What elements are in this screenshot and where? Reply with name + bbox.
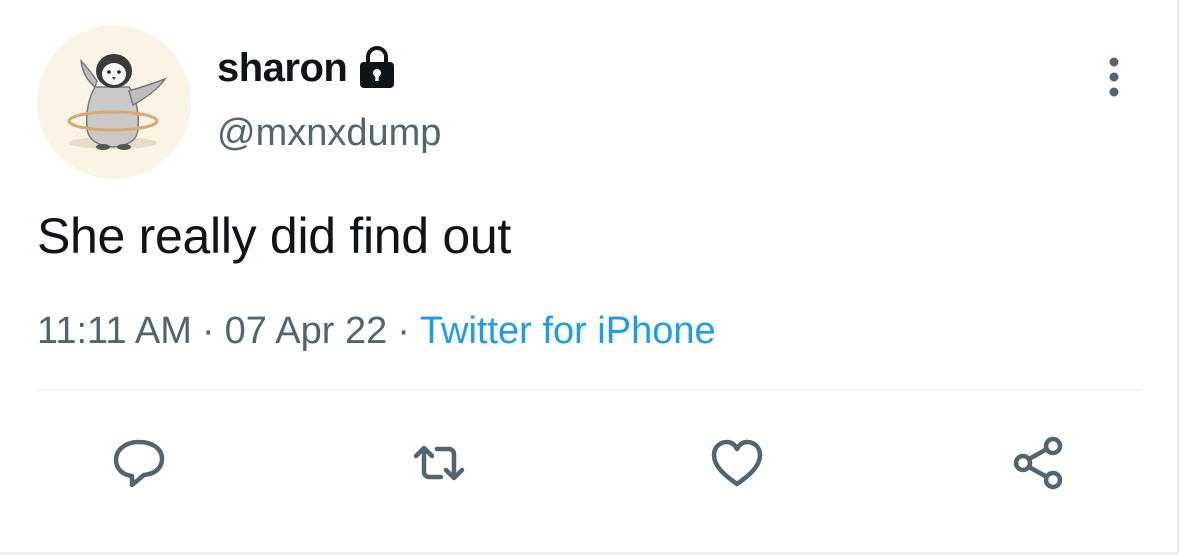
heart-icon: [711, 439, 763, 487]
tweet-text: She really did find out: [37, 208, 511, 264]
meta-separator: ·: [201, 310, 215, 352]
penguin-avatar-icon: [67, 54, 168, 150]
divider: [37, 389, 1142, 391]
author-handle[interactable]: @mxnxdump: [217, 112, 441, 155]
tweet-meta: 11:11 AM · 07 Apr 22 · Twitter for iPhone: [37, 310, 716, 353]
tweet-source-link[interactable]: Twitter for iPhone: [420, 310, 716, 352]
display-name[interactable]: sharon: [217, 46, 348, 91]
retweet-button[interactable]: [409, 433, 469, 493]
share-button[interactable]: [1008, 433, 1068, 493]
lock-icon: [357, 46, 397, 90]
tweet-date: 07 Apr 22: [224, 310, 388, 352]
author-name-row[interactable]: sharon: [217, 42, 397, 94]
like-button[interactable]: [707, 433, 767, 493]
tweet-time: 11:11 AM: [37, 310, 192, 352]
tweet-card: sharon @mxnxdump She really did find out…: [0, 0, 1179, 555]
reply-icon: [113, 439, 165, 488]
retweet-icon: [413, 445, 465, 481]
share-icon: [1013, 436, 1063, 490]
more-vertical-icon[interactable]: [1101, 55, 1127, 99]
reply-button[interactable]: [109, 433, 169, 493]
avatar[interactable]: [37, 25, 191, 179]
meta-separator: ·: [397, 310, 410, 352]
